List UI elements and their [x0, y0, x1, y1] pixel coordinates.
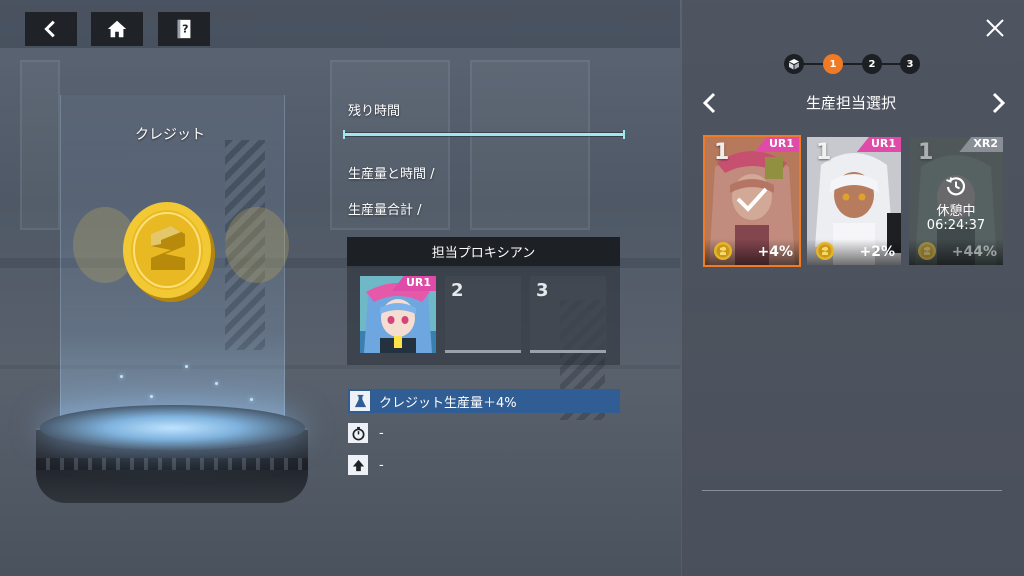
effect-row-upgrade: - — [348, 453, 384, 477]
stopwatch-icon — [348, 423, 368, 443]
step-line — [794, 63, 912, 65]
back-button[interactable] — [25, 12, 77, 46]
resource-name: クレジット — [135, 127, 205, 143]
card-level: 1 — [918, 140, 934, 165]
card-level: 1 — [714, 140, 730, 165]
question-book-icon: ? — [177, 19, 191, 39]
step-indicator: 1 2 3 — [784, 54, 922, 76]
card-bonus: +44% — [951, 244, 997, 260]
check-icon — [736, 187, 768, 212]
sparkle — [185, 365, 188, 368]
sparkle — [215, 382, 218, 385]
step-cube[interactable] — [784, 54, 804, 74]
credit-coin-icon — [123, 202, 215, 302]
effect-text: - — [379, 425, 384, 441]
svg-text:?: ? — [182, 23, 188, 36]
effect-row-time: - — [348, 421, 384, 445]
sparkle — [250, 398, 253, 401]
help-button[interactable]: ? — [158, 12, 210, 46]
pedestal-top — [40, 405, 305, 451]
assigned-proxian-header: 担当プロキシアン — [347, 237, 620, 266]
previous-arrow-icon[interactable] — [700, 91, 720, 115]
proxian-card-2[interactable]: 1 UR1 +2% — [807, 137, 901, 265]
rest-timer: 06:24:37 — [926, 218, 986, 233]
card-bonus: +2% — [859, 244, 896, 260]
credit-coin-icon — [918, 242, 936, 260]
rest-status: 休憩中 — [936, 204, 976, 219]
credit-coin-ghost-icon — [225, 207, 289, 283]
effect-text: クレジット生産量＋4% — [379, 395, 517, 411]
proxian-slot-3[interactable]: 3 — [530, 276, 606, 353]
panel-title: 生産担当選択 — [805, 94, 896, 112]
effect-row-credit-production: クレジット生産量＋4% — [348, 389, 620, 413]
remaining-time-bar — [343, 130, 625, 139]
remaining-time-label: 残り時間 — [348, 104, 401, 119]
sparkle — [120, 375, 123, 378]
slot-number: 3 — [536, 280, 549, 301]
close-icon[interactable] — [985, 18, 1005, 38]
home-button[interactable] — [91, 12, 143, 46]
slot-number: 2 — [451, 280, 464, 301]
card-bonus: +4% — [757, 244, 794, 260]
step-3[interactable]: 3 — [900, 54, 920, 74]
proxian-card-3[interactable]: 1 XR2 休憩中 06:24:37 +44% — [909, 137, 1003, 265]
step-2[interactable]: 2 — [862, 54, 882, 74]
next-arrow-icon[interactable] — [988, 91, 1008, 115]
proxian-card-1[interactable]: 1 UR1 +4% — [703, 135, 801, 267]
card-level: 1 — [816, 140, 832, 165]
assigned-proxian-panel: 担当プロキシアン UR1 2 3 — [347, 237, 620, 365]
panel-divider — [702, 490, 1002, 491]
cube-icon — [789, 59, 799, 70]
production-time-label: 生産量と時間 / — [348, 167, 435, 182]
credit-coin-icon — [714, 242, 732, 260]
step-1[interactable]: 1 — [823, 54, 843, 74]
chevron-left-icon — [44, 20, 55, 38]
pedestal-band — [36, 458, 308, 470]
remaining-time-bar-fill — [343, 133, 625, 136]
effect-text: - — [379, 457, 384, 473]
proxian-slot-1[interactable]: UR1 — [360, 276, 436, 353]
flask-icon — [350, 391, 370, 411]
credit-coin-icon — [816, 242, 834, 260]
upgrade-arrow-icon — [348, 455, 368, 475]
sparkle — [150, 395, 153, 398]
home-icon — [107, 20, 127, 38]
proxian-slot-2[interactable]: 2 — [445, 276, 521, 353]
production-total-label: 生産量合計 / — [348, 203, 422, 218]
rest-clock-icon — [946, 177, 966, 196]
